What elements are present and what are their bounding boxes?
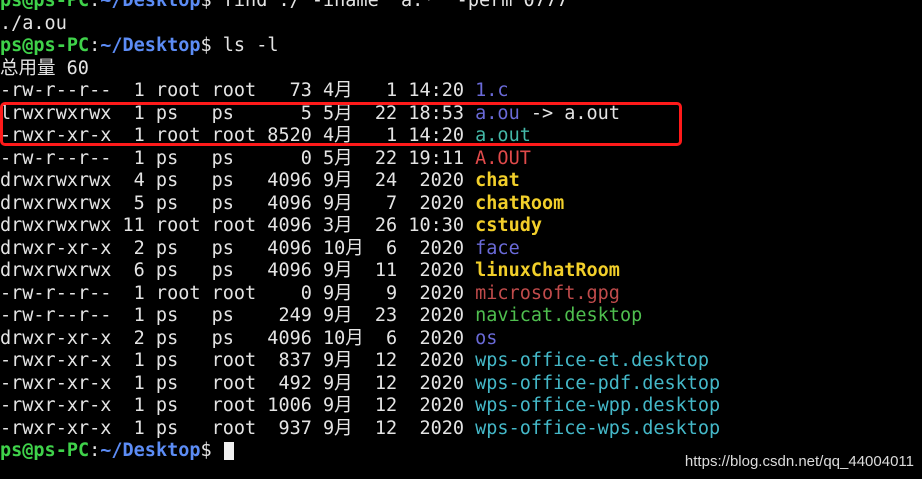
file-row: -rw-r--r-- 1 root root 73 4月 1 14:20 1.c (0, 80, 922, 103)
prompt-sep: : (89, 35, 101, 56)
file-meta: -rw-r--r-- 1 root root 73 4月 1 14:20 (0, 80, 476, 101)
prompt-path: ~/Desktop (100, 0, 201, 11)
total-line: 总用量 60 (0, 57, 89, 79)
prompt-symbol: $ (200, 35, 223, 56)
file-row: -rw-r--r-- 1 ps ps 0 5月 22 19:11 A.OUT (0, 148, 922, 171)
text-cursor (223, 442, 234, 460)
file-row: drwxrwxrwx 11 root root 4096 3月 26 10:30… (0, 215, 922, 238)
prompt-symbol: $ (200, 440, 223, 461)
file-name: wps-office-et.desktop (475, 350, 710, 371)
command-find: find ./ -iname 'a.*' -perm 0777 (222, 0, 569, 11)
file-name: wps-office-wps.desktop (475, 417, 721, 439)
file-meta: -rw-r--r-- 1 ps ps 0 5月 22 19:11 (0, 147, 476, 169)
file-name: chatRoom (475, 192, 565, 214)
file-row: -rwxr-xr-x 1 ps root 837 9月 12 2020 wps-… (0, 350, 922, 373)
file-meta: -rwxr-xr-x 1 ps root 837 9月 12 2020 (0, 350, 476, 371)
file-name: wps-office-wpp.desktop (475, 395, 721, 416)
prompt-symbol: $ (200, 0, 223, 11)
find-result: ./a.ou (0, 12, 67, 34)
file-name: cstudy (475, 215, 542, 236)
prompt-path: ~/Desktop (100, 35, 201, 56)
file-name: 1.c (475, 80, 509, 101)
file-meta: drwxrwxrwx 4 ps ps 4096 9月 24 2020 (0, 170, 476, 191)
file-row: -rwxr-xr-x 1 ps root 492 9月 12 2020 wps-… (0, 373, 922, 396)
file-meta: drwxr-xr-x 2 ps ps 4096 10月 6 2020 (0, 237, 476, 259)
prompt-sep: : (89, 440, 101, 461)
highlight-box (0, 102, 682, 146)
file-name: linuxChatRoom (475, 260, 620, 281)
file-meta: drwxrwxrwx 5 ps ps 4096 9月 7 2020 (0, 192, 476, 214)
file-row: drwxr-xr-x 2 ps ps 4096 10月 6 2020 os (0, 328, 922, 351)
prompt-line-ls: ps@ps-PC:~/Desktop$ ls -l (0, 35, 922, 58)
prompt-path: ~/Desktop (100, 440, 201, 461)
file-name: os (475, 327, 498, 349)
file-name: navicat.desktop (475, 305, 643, 326)
terminal-output: ps@ps-PC:~/Desktop$ find ./ -iname 'a.*'… (0, 0, 922, 463)
file-row: -rw-r--r-- 1 ps ps 249 9月 23 2020 navica… (0, 305, 922, 328)
file-meta: -rwxr-xr-x 1 ps root 492 9月 12 2020 (0, 372, 476, 394)
file-name: microsoft.gpg (475, 282, 620, 304)
file-name: A.OUT (475, 147, 531, 169)
watermark: https://blog.csdn.net/qq_44004011 (684, 453, 914, 470)
file-row: -rw-r--r-- 1 root root 0 9月 9 2020 micro… (0, 283, 922, 306)
file-meta: drwxr-xr-x 2 ps ps 4096 10月 6 2020 (0, 327, 476, 349)
command-ls: ls -l (222, 35, 279, 56)
file-row: -rwxr-xr-x 1 ps root 1006 9月 12 2020 wps… (0, 395, 922, 418)
file-row: -rwxr-xr-x 1 ps root 937 9月 12 2020 wps-… (0, 418, 922, 441)
file-meta: -rwxr-xr-x 1 ps root 937 9月 12 2020 (0, 417, 476, 439)
file-name: chat (475, 170, 520, 191)
file-meta: drwxrwxrwx 6 ps ps 4096 9月 11 2020 (0, 260, 476, 281)
file-name: face (475, 237, 520, 259)
prompt-sep: : (89, 0, 101, 11)
prompt-line-find: ps@ps-PC:~/Desktop$ find ./ -iname 'a.*'… (0, 0, 922, 13)
prompt-user: ps@ps-PC (0, 440, 90, 461)
prompt-user: ps@ps-PC (0, 0, 90, 11)
file-row: drwxrwxrwx 4 ps ps 4096 9月 24 2020 chat (0, 170, 922, 193)
prompt-user: ps@ps-PC (0, 35, 90, 56)
file-meta: -rwxr-xr-x 1 ps root 1006 9月 12 2020 (0, 395, 476, 416)
file-meta: -rw-r--r-- 1 ps ps 249 9月 23 2020 (0, 305, 476, 326)
file-row: drwxr-xr-x 2 ps ps 4096 10月 6 2020 face (0, 238, 922, 261)
file-meta: drwxrwxrwx 11 root root 4096 3月 26 10:30 (0, 215, 476, 236)
file-meta: -rw-r--r-- 1 root root 0 9月 9 2020 (0, 282, 476, 304)
file-name: wps-office-pdf.desktop (475, 372, 721, 394)
file-row: drwxrwxrwx 6 ps ps 4096 9月 11 2020 linux… (0, 260, 922, 283)
file-row: drwxrwxrwx 5 ps ps 4096 9月 7 2020 chatRo… (0, 193, 922, 216)
